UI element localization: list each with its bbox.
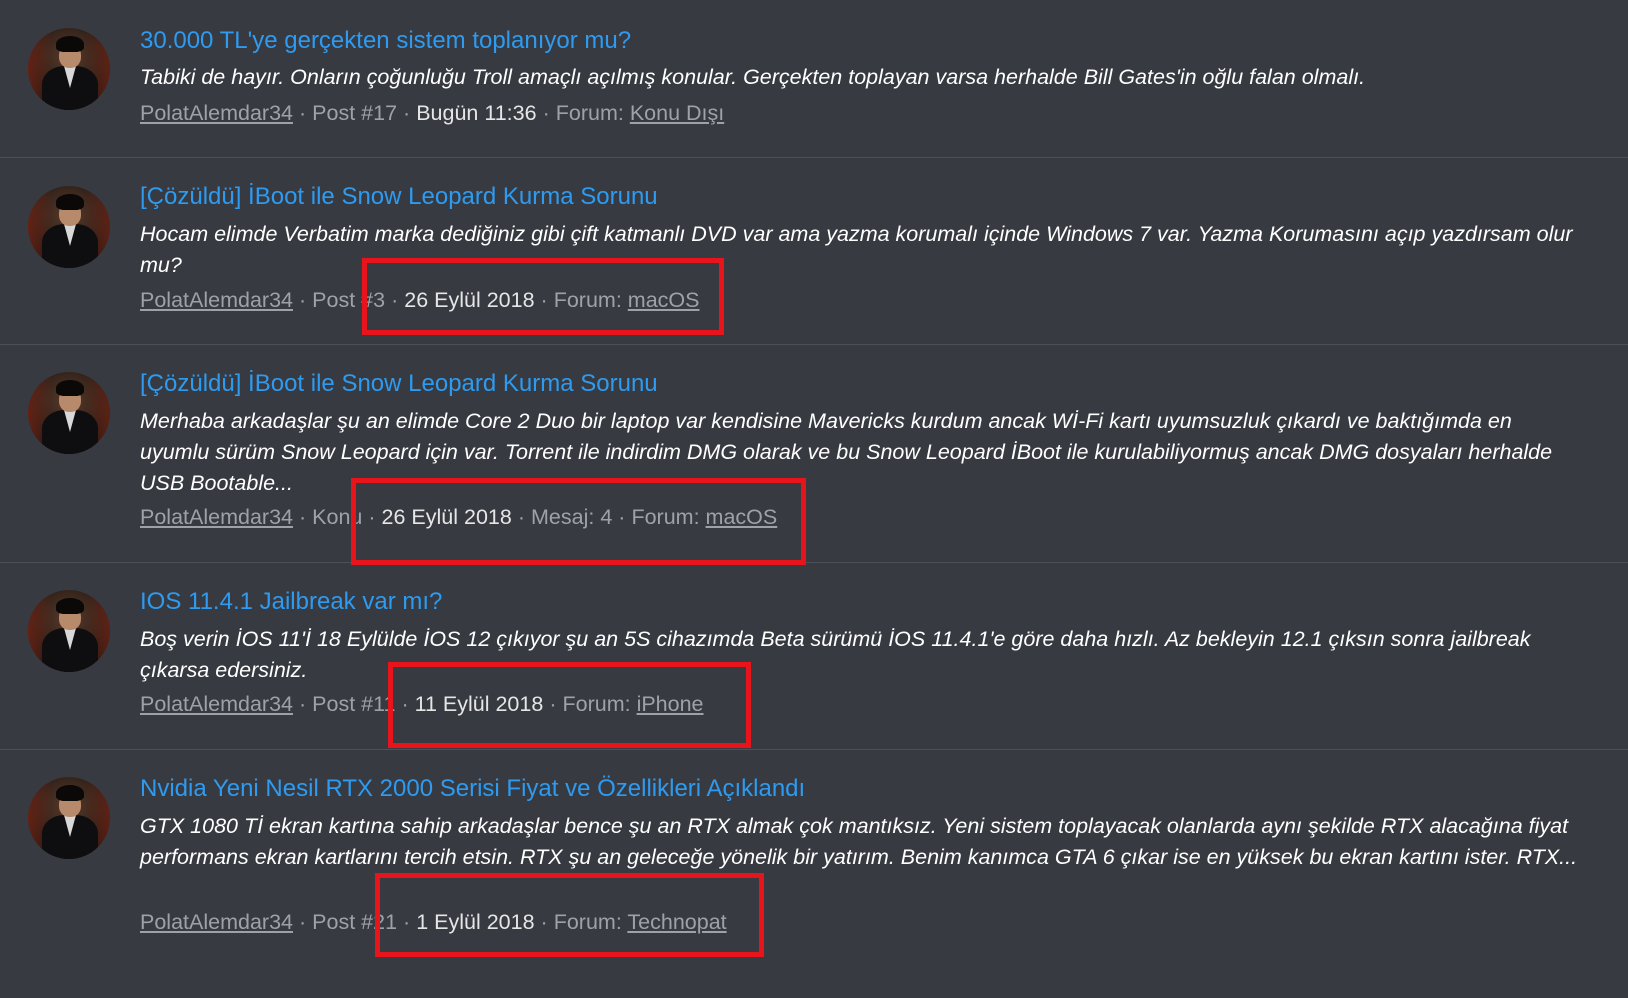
result-meta: PolatAlemdar34 · Konu · 26 Eylül 2018 · Mesaj:… bbox=[140, 505, 778, 529]
author-link[interactable]: PolatAlemdar34 bbox=[140, 505, 293, 529]
avatar[interactable] bbox=[28, 186, 110, 268]
list-item: [Çözüldü] İBoot ile Snow Leopard Kurma S… bbox=[0, 345, 1628, 563]
author-link[interactable]: PolatAlemdar34 bbox=[140, 692, 293, 716]
result-meta: PolatAlemdar34 · Post #3 · 26 Eylül 2018 · For… bbox=[140, 288, 700, 312]
post-type: Konu bbox=[312, 505, 363, 529]
result-meta: PolatAlemdar34 · Post #11 · 11 Eylül 2018 · Fo… bbox=[140, 692, 704, 716]
author-link[interactable]: PolatAlemdar34 bbox=[140, 288, 293, 312]
forum-label: Forum: bbox=[553, 288, 622, 312]
list-item: Nvidia Yeni Nesil RTX 2000 Serisi Fiyat … bbox=[0, 750, 1628, 998]
forum-label: Forum: bbox=[553, 910, 622, 934]
author-link[interactable]: PolatAlemdar34 bbox=[140, 101, 293, 125]
forum-link[interactable]: macOS bbox=[628, 288, 700, 312]
result-meta: PolatAlemdar34 · Post #21 · 1 Eylül 2018 · For… bbox=[140, 910, 727, 934]
post-date: 11 Eylül 2018 bbox=[414, 692, 544, 716]
author-link[interactable]: PolatAlemdar34 bbox=[140, 910, 293, 934]
forum-link[interactable]: macOS bbox=[706, 505, 778, 529]
result-title-link[interactable]: [Çözüldü] İBoot ile Snow Leopard Kurma S… bbox=[140, 370, 658, 398]
result-snippet: Merhaba arkadaşlar şu an elimde Core 2 D… bbox=[140, 409, 1553, 495]
result-snippet: Boş verin İOS 11'İ 18 Eylülde İOS 12 çık… bbox=[140, 627, 1531, 682]
result-meta: PolatAlemdar34 · Post #17 · Bugün 11:36 · Foru… bbox=[140, 101, 725, 125]
result-snippet: GTX 1080 Tİ ekran kartına sahip arkadaşl… bbox=[140, 814, 1578, 869]
avatar[interactable] bbox=[28, 28, 110, 110]
forum-link[interactable]: Technopat bbox=[627, 910, 726, 934]
search-results-list: 30.000 TL'ye gerçekten sistem toplanıyor… bbox=[0, 0, 1628, 998]
post-date: 26 Eylül 2018 bbox=[381, 505, 512, 529]
post-number: Post #21 bbox=[312, 910, 398, 934]
result-snippet: Hocam elimde Verbatim marka dediğiniz gi… bbox=[140, 222, 1573, 277]
result-title-link[interactable]: 30.000 TL'ye gerçekten sistem toplanıyor… bbox=[140, 27, 631, 55]
forum-link[interactable]: Konu Dışı bbox=[630, 101, 724, 125]
list-item: [Çözüldü] İBoot ile Snow Leopard Kurma S… bbox=[0, 158, 1628, 345]
result-title-link[interactable]: Nvidia Yeni Nesil RTX 2000 Serisi Fiyat … bbox=[140, 775, 805, 803]
post-date: 1 Eylül 2018 bbox=[416, 910, 535, 934]
post-number: Post #17 bbox=[312, 101, 398, 125]
avatar[interactable] bbox=[28, 777, 110, 859]
forum-link[interactable]: iPhone bbox=[637, 692, 704, 716]
post-number: Post #11 bbox=[312, 692, 396, 716]
forum-label: Forum: bbox=[562, 692, 631, 716]
list-item: IOS 11.4.1 Jailbreak var mı? Boş verin İ… bbox=[0, 563, 1628, 750]
avatar[interactable] bbox=[28, 372, 110, 454]
post-number: Post #3 bbox=[312, 288, 386, 312]
post-date: 26 Eylül 2018 bbox=[404, 288, 535, 312]
forum-label: Forum: bbox=[631, 505, 700, 529]
avatar[interactable] bbox=[28, 590, 110, 672]
post-date: Bugün 11:36 bbox=[416, 101, 537, 125]
result-snippet: Tabiki de hayır. Onların çoğunluğu Troll… bbox=[140, 65, 1366, 89]
result-title-link[interactable]: IOS 11.4.1 Jailbreak var mı? bbox=[140, 588, 442, 616]
reply-count: Mesaj: 4 bbox=[531, 505, 613, 529]
list-item: 30.000 TL'ye gerçekten sistem toplanıyor… bbox=[0, 0, 1628, 158]
forum-label: Forum: bbox=[555, 101, 624, 125]
result-title-link[interactable]: [Çözüldü] İBoot ile Snow Leopard Kurma S… bbox=[140, 183, 658, 211]
